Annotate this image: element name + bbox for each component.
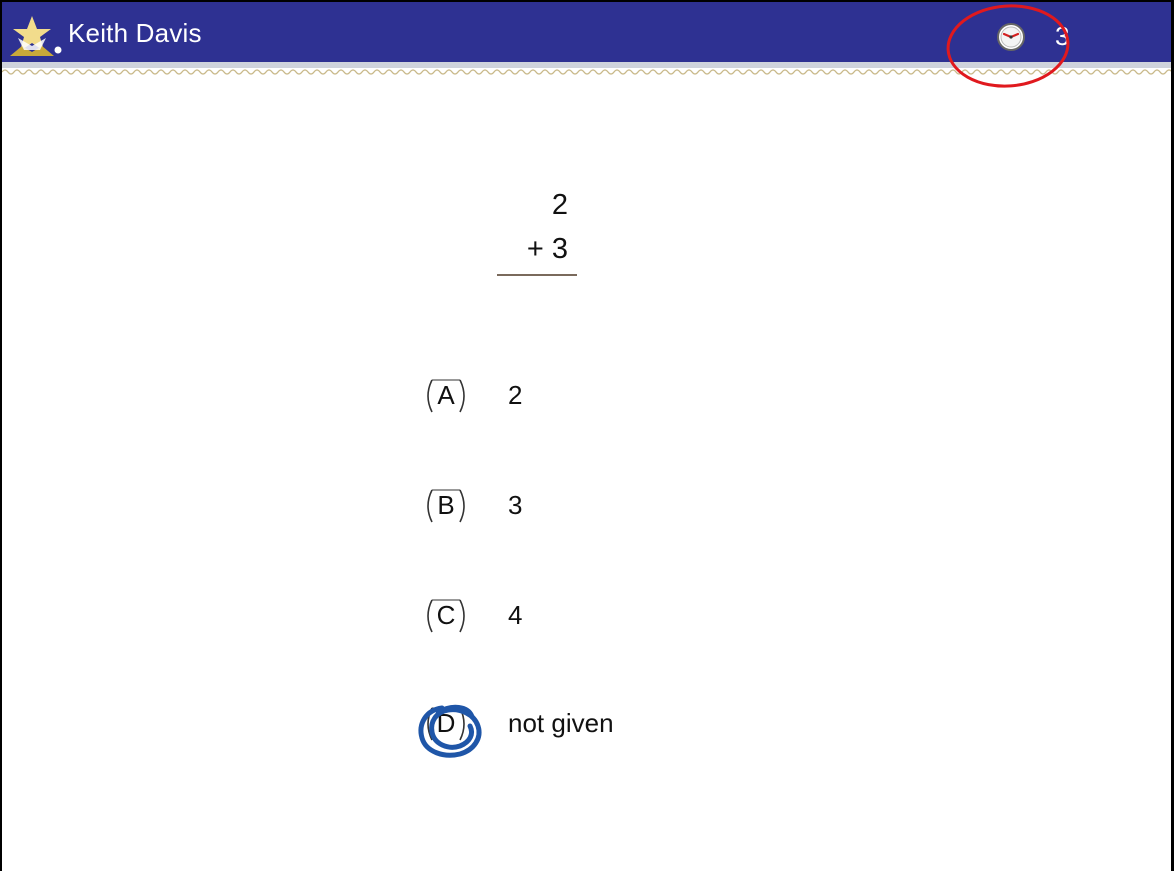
choice-text-d: not given bbox=[508, 708, 614, 738]
addend-bottom: + 3 bbox=[526, 233, 568, 265]
math-problem: 2 + 3 bbox=[492, 188, 582, 284]
choice-text-a: 2 bbox=[508, 380, 523, 410]
choice-letter-b: B bbox=[437, 490, 455, 520]
choice-letter-d: D bbox=[436, 708, 456, 738]
answer-choice-b[interactable]: B 3 bbox=[420, 486, 740, 530]
star-logo-icon bbox=[10, 16, 62, 56]
choice-text-b: 3 bbox=[508, 490, 523, 520]
addend-top: 2 bbox=[551, 189, 568, 221]
choice-text-c: 4 bbox=[508, 600, 523, 630]
answer-choice-d[interactable]: D not given bbox=[420, 704, 740, 748]
timer-value: 3 bbox=[1055, 21, 1070, 51]
test-window: Keith Davis 3 2 + 3 A 2 B 3 C 4 D not gi… bbox=[0, 0, 1174, 871]
wavy-divider bbox=[2, 69, 1171, 75]
student-name: Keith Davis bbox=[68, 18, 202, 48]
answer-choice-c[interactable]: C 4 bbox=[420, 596, 740, 640]
choice-letter-a: A bbox=[437, 380, 455, 410]
sum-line bbox=[497, 274, 577, 276]
title-bar: Keith Davis 3 bbox=[2, 2, 1171, 62]
clock-icon[interactable] bbox=[996, 22, 1026, 52]
choice-letter-c: C bbox=[436, 600, 456, 630]
answer-choice-a[interactable]: A 2 bbox=[420, 376, 740, 420]
